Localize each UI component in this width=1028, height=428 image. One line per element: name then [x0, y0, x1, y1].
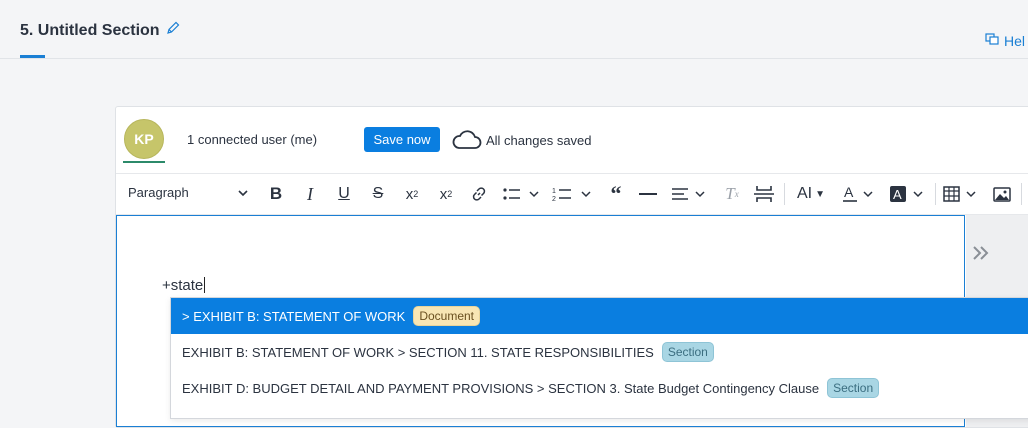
- paragraph-style-select[interactable]: Paragraph: [128, 185, 248, 200]
- avatar[interactable]: KP: [124, 119, 164, 159]
- help-label: Hel: [1004, 33, 1026, 49]
- svg-text:1: 1: [552, 188, 556, 195]
- editor-typed-text: +state: [162, 277, 206, 294]
- section-title: 5. Untitled Section: [20, 21, 180, 40]
- text-caret: [204, 277, 206, 293]
- active-tab-indicator: [20, 55, 45, 58]
- cloud-icon: [452, 128, 482, 153]
- save-now-button[interactable]: Save now: [364, 127, 440, 152]
- highlight-icon[interactable]: A: [889, 183, 927, 205]
- connected-users-text: 1 connected user (me): [187, 132, 318, 147]
- table-icon[interactable]: [942, 183, 982, 205]
- help-icon: [985, 33, 999, 49]
- typed-text: +state: [162, 277, 204, 294]
- svg-text:A: A: [893, 187, 902, 202]
- expand-panel-icon[interactable]: [972, 241, 990, 267]
- remove-format-icon[interactable]: Tx: [722, 183, 742, 205]
- toolbar-divider: [784, 183, 785, 205]
- edit-pencil-icon[interactable]: [166, 21, 180, 40]
- save-status-text: All changes saved: [486, 133, 592, 148]
- italic-icon[interactable]: I: [300, 183, 320, 205]
- bold-icon[interactable]: B: [266, 183, 286, 205]
- svg-text:2: 2: [552, 196, 556, 202]
- font-color-icon[interactable]: A: [841, 183, 877, 205]
- link-icon[interactable]: [469, 183, 489, 205]
- document-badge: Document: [413, 306, 481, 326]
- horizontal-line-icon[interactable]: [638, 183, 658, 205]
- blockquote-icon[interactable]: “: [606, 181, 626, 206]
- numbered-list-icon[interactable]: 12: [551, 183, 593, 205]
- strikethrough-icon[interactable]: S: [368, 183, 388, 205]
- suggestion-item[interactable]: EXHIBIT B: STATEMENT OF WORK > SECTION 1…: [171, 334, 1028, 370]
- avatar-initials: KP: [134, 131, 154, 147]
- suggestion-item[interactable]: > EXHIBIT B: STATEMENT OF WORK Document: [171, 298, 1028, 334]
- svg-text:A: A: [844, 185, 854, 200]
- toolbar-divider: [1021, 183, 1022, 205]
- suggestion-text: EXHIBIT D: BUDGET DETAIL AND PAYMENT PRO…: [182, 380, 820, 396]
- page-break-icon[interactable]: [753, 183, 775, 205]
- bulleted-list-icon[interactable]: [501, 183, 541, 205]
- align-icon[interactable]: [671, 183, 711, 205]
- section-badge: Section: [827, 378, 880, 398]
- suggestion-item[interactable]: EXHIBIT D: BUDGET DETAIL AND PAYMENT PRO…: [171, 370, 1028, 406]
- help-link[interactable]: Hel: [985, 33, 1025, 49]
- toolbar-divider: [935, 183, 936, 205]
- text-size-icon[interactable]: AI ▼: [791, 183, 831, 205]
- suggestion-text: > EXHIBIT B: STATEMENT OF WORK: [182, 308, 406, 324]
- formatting-toolbar: Paragraph B I U S x2 x2 12 “ Tx AI ▼ A A: [116, 174, 1028, 215]
- suggestion-text: EXHIBIT B: STATEMENT OF WORK > SECTION 1…: [182, 344, 654, 360]
- underline-icon[interactable]: U: [334, 183, 354, 205]
- section-title-text: 5. Untitled Section: [20, 21, 160, 39]
- avatar-online-indicator: [123, 161, 165, 163]
- subscript-icon[interactable]: x2: [400, 183, 424, 205]
- page-header: 5. Untitled Section Hel: [0, 0, 1028, 59]
- superscript-icon[interactable]: x2: [434, 183, 458, 205]
- collaboration-bar: KP 1 connected user (me) Save now All ch…: [116, 107, 1028, 174]
- image-icon[interactable]: [992, 183, 1012, 205]
- save-status: All changes saved: [452, 128, 592, 153]
- chevron-down-icon: [238, 185, 248, 200]
- autocomplete-dropdown: > EXHIBIT B: STATEMENT OF WORK Document …: [170, 297, 1028, 419]
- paragraph-style-label: Paragraph: [128, 185, 189, 200]
- section-badge: Section: [661, 342, 714, 362]
